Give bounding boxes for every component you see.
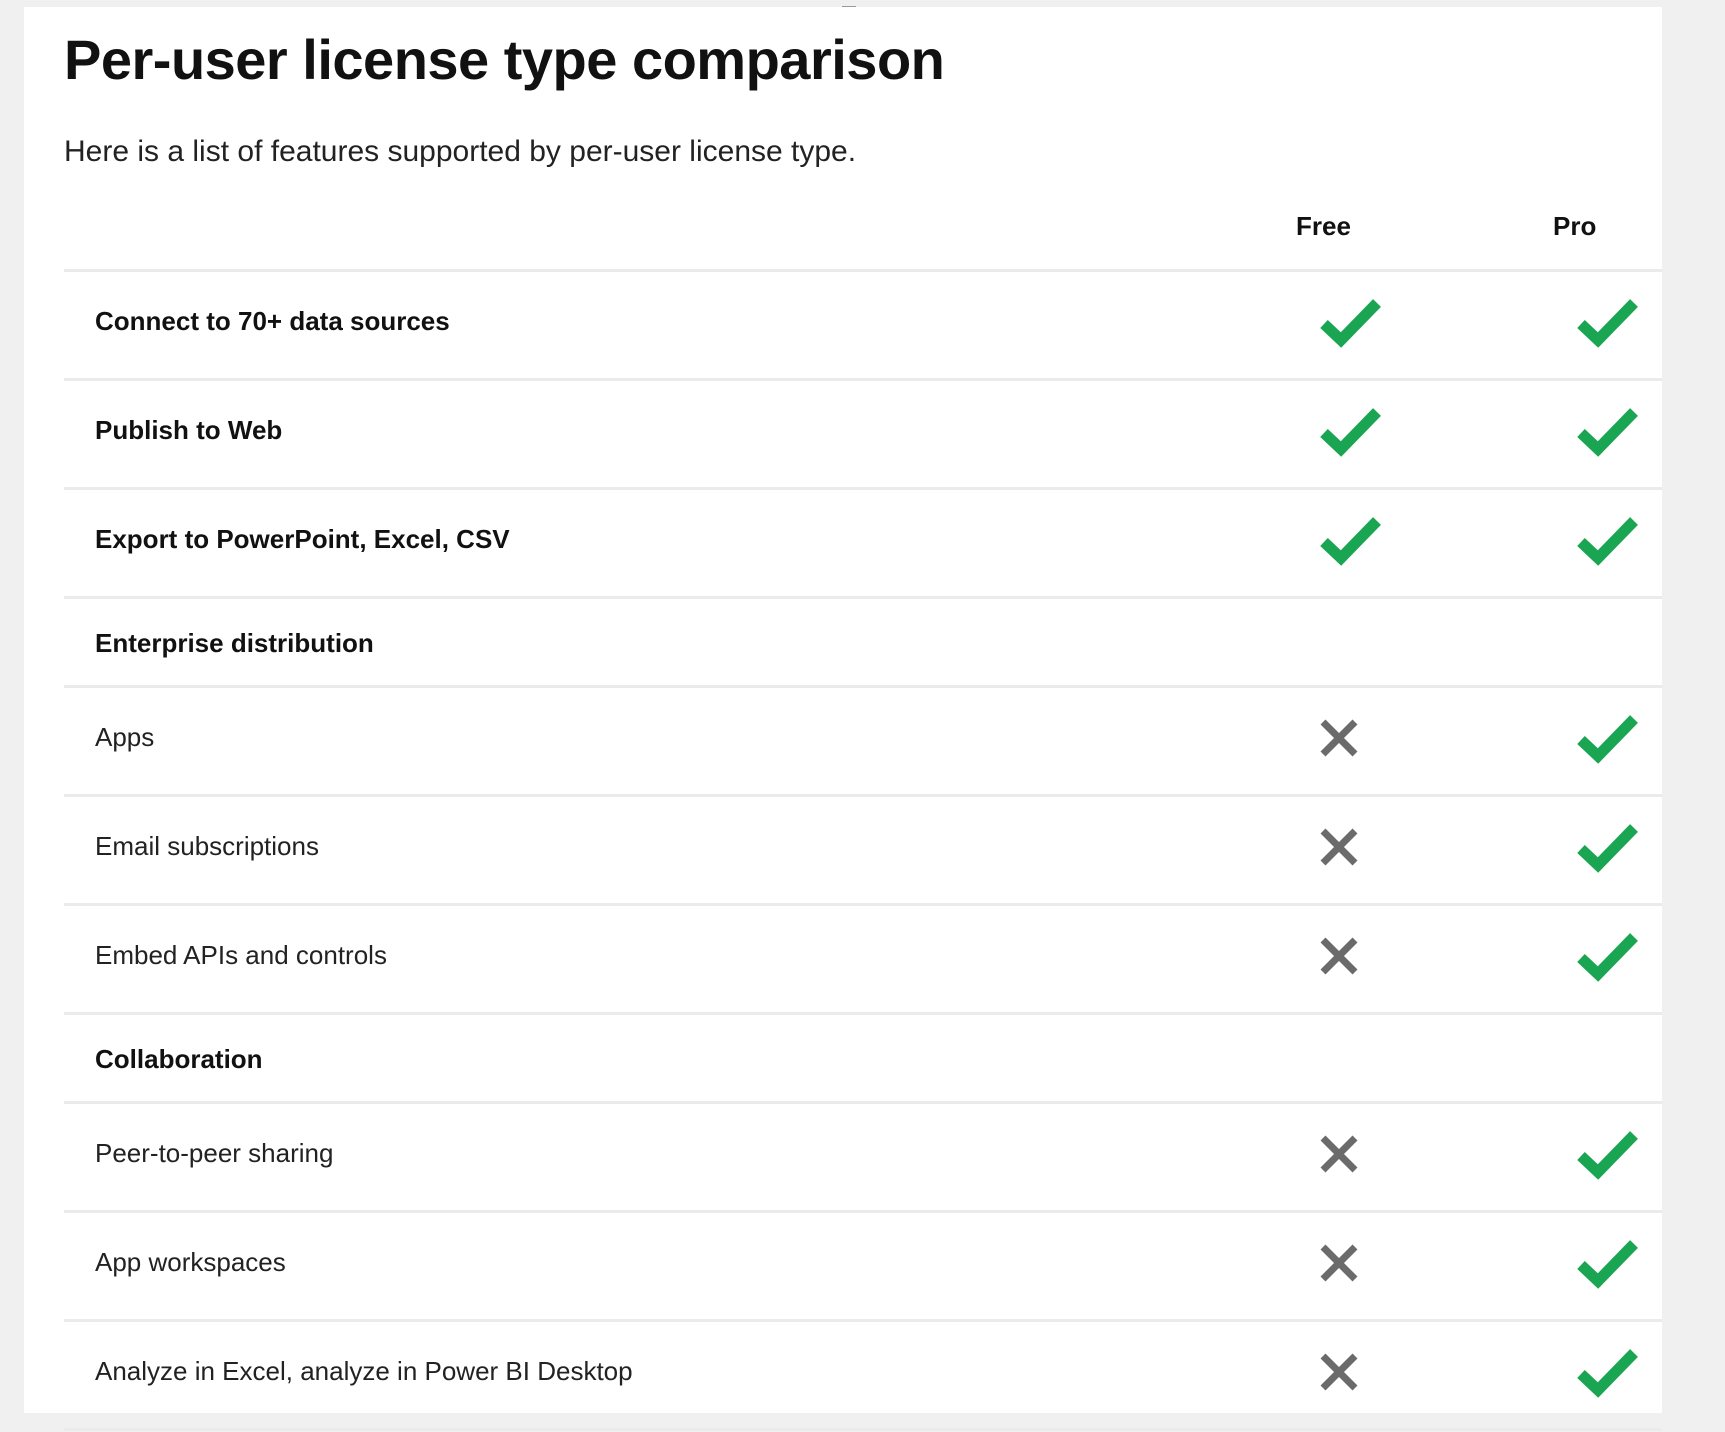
table-header-row: Free Pro: [64, 189, 1662, 272]
license-comparison-table: Free Pro Connect to 70+ data sources Publ…: [64, 189, 1662, 1431]
table-row: Peer-to-peer sharing: [64, 1104, 1662, 1213]
cross-icon: [1317, 819, 1385, 875]
feature-label: Analyze in Excel, analyze in Power BI De…: [95, 1356, 633, 1386]
table-row: Export to PowerPoint, Excel, CSV: [64, 490, 1662, 599]
check-icon: [1574, 928, 1642, 984]
check-icon: [1574, 710, 1642, 766]
feature-label: Publish to Web: [95, 415, 283, 445]
section-label: Enterprise distribution: [95, 628, 374, 658]
comparison-card: Per-user license type comparison Here is…: [24, 7, 1662, 1431]
cross-icon: [1317, 1126, 1385, 1182]
check-icon: [1574, 403, 1642, 459]
column-header-free: Free: [1296, 211, 1351, 241]
table-row: Publish to Web: [64, 381, 1662, 490]
feature-label: App workspaces: [95, 1247, 286, 1277]
page-title: Per-user license type comparison: [64, 28, 945, 91]
check-icon: [1574, 1235, 1642, 1291]
check-icon: [1574, 1126, 1642, 1182]
check-icon: [1317, 294, 1385, 350]
table-row: Embed APIs and controls: [64, 906, 1662, 1015]
table-row: Email subscriptions: [64, 797, 1662, 906]
table-row: App workspaces: [64, 1213, 1662, 1322]
check-icon: [1574, 294, 1642, 350]
feature-label: Export to PowerPoint, Excel, CSV: [95, 524, 510, 554]
check-icon: [1574, 819, 1642, 875]
cross-icon: [1317, 710, 1385, 766]
feature-label: Embed APIs and controls: [95, 940, 387, 970]
feature-label: Connect to 70+ data sources: [95, 306, 450, 336]
section-label: Collaboration: [95, 1044, 263, 1074]
check-icon: [1574, 512, 1642, 568]
table-row: Connect to 70+ data sources: [64, 272, 1662, 381]
cross-icon: [1317, 928, 1385, 984]
table-row: Analyze in Excel, analyze in Power BI De…: [64, 1322, 1662, 1431]
table-body: Connect to 70+ data sources Publish to We…: [64, 272, 1662, 1431]
feature-label: Peer-to-peer sharing: [95, 1138, 334, 1168]
page-subtitle: Here is a list of features supported by …: [64, 135, 857, 168]
cross-icon: [1317, 1235, 1385, 1291]
section-header-row: Enterprise distribution: [64, 599, 1662, 688]
table-row: Apps: [64, 688, 1662, 797]
section-header-row: Collaboration: [64, 1015, 1662, 1104]
cross-icon: [1317, 1344, 1385, 1400]
check-icon: [1317, 512, 1385, 568]
feature-label: Apps: [95, 722, 155, 752]
check-icon: [1574, 1344, 1642, 1400]
feature-label: Email subscriptions: [95, 831, 319, 861]
check-icon: [1317, 403, 1385, 459]
column-header-pro: Pro: [1553, 211, 1597, 241]
